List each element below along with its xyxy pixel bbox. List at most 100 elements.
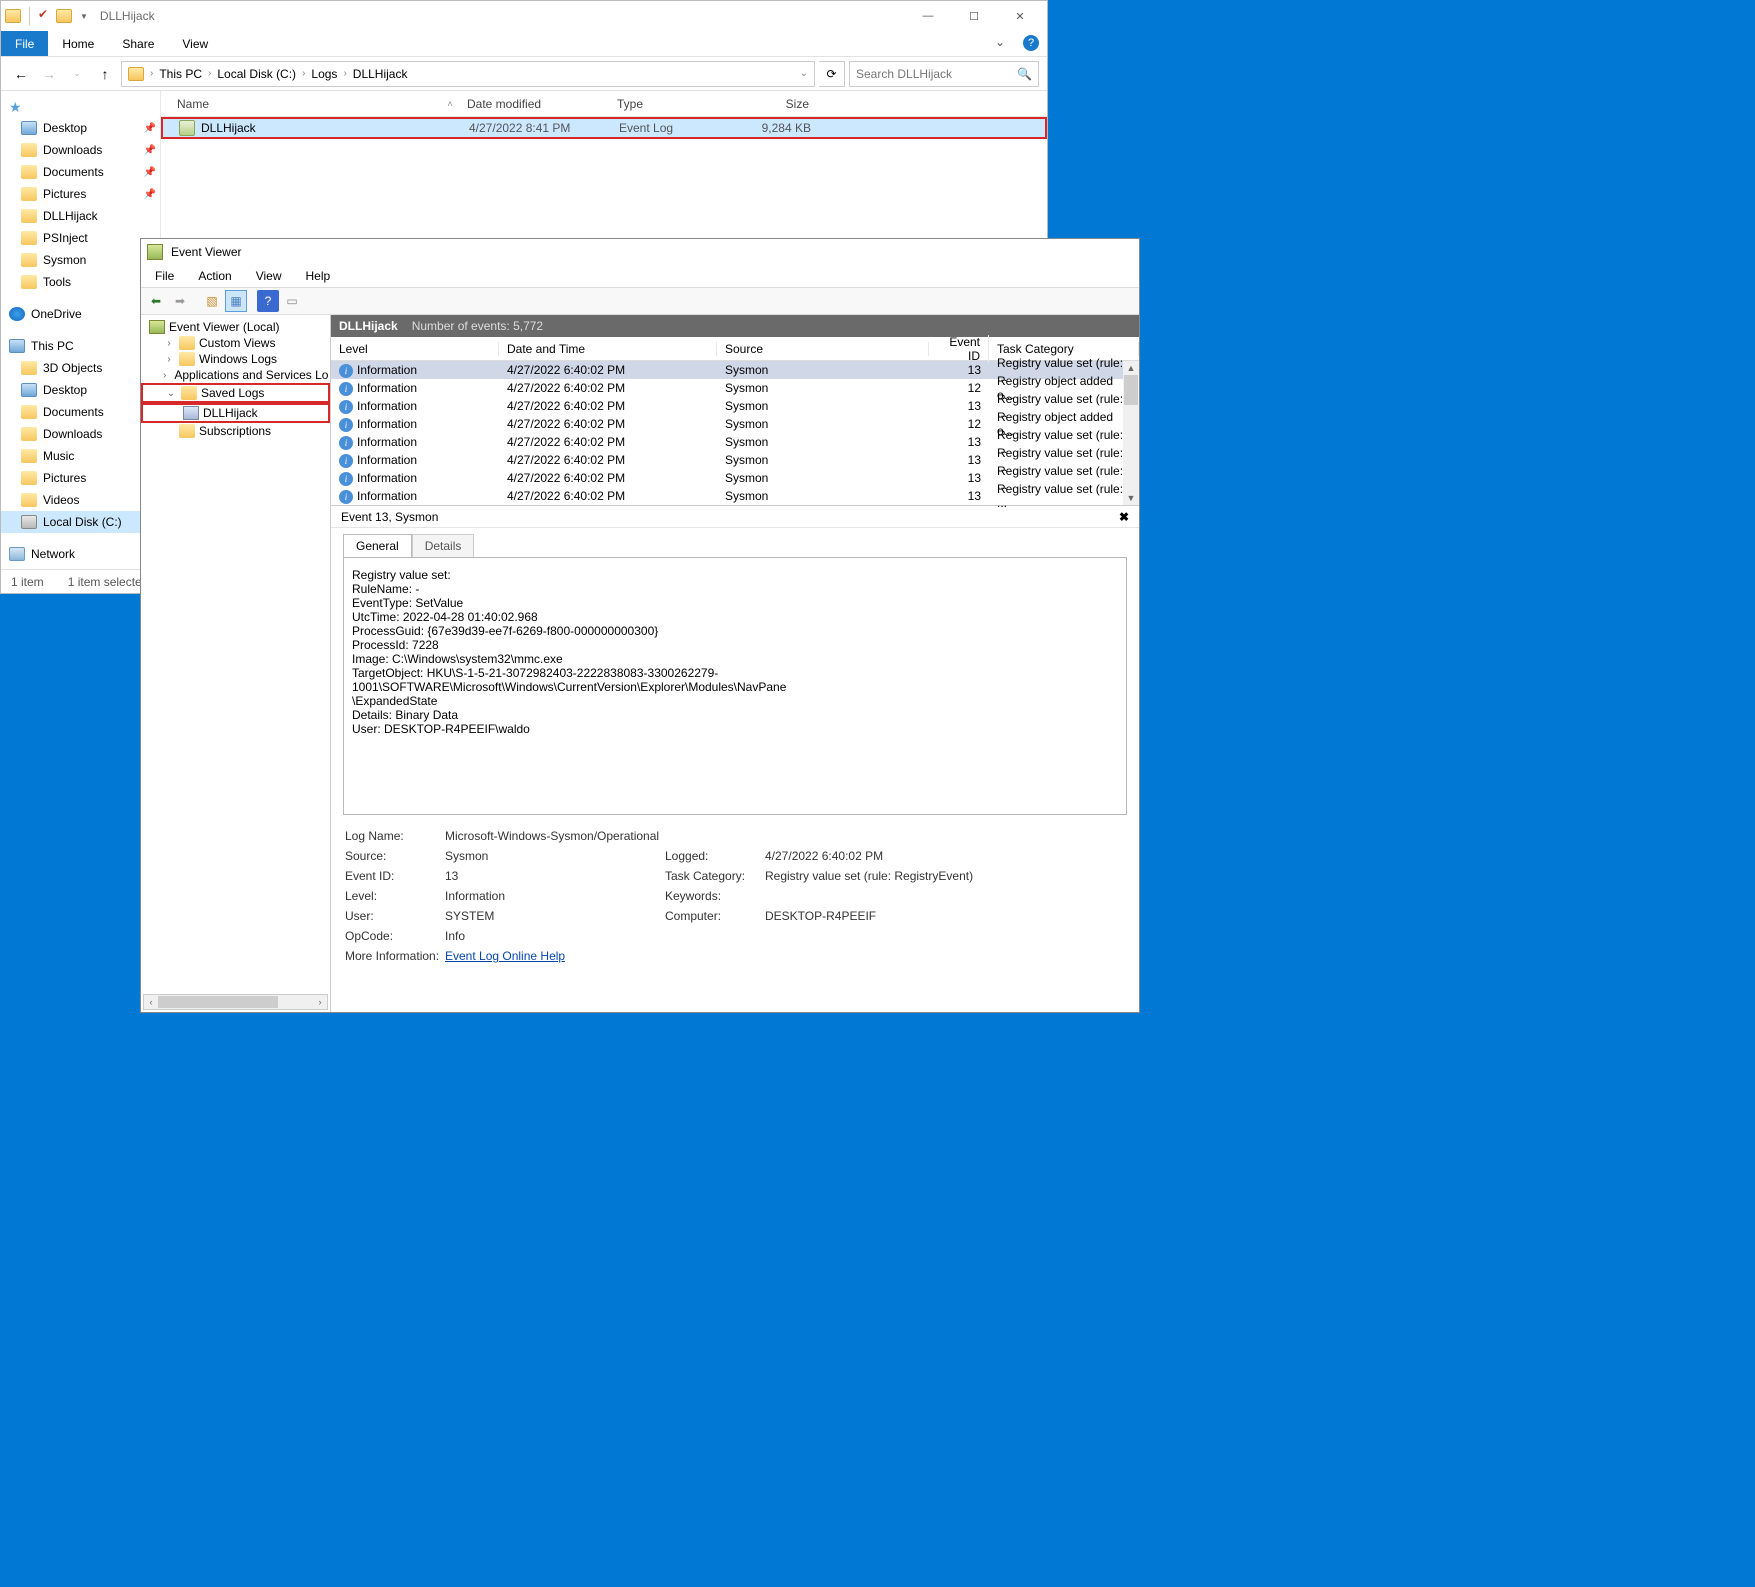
- column-headers: Name ˄ Date modified Type Size: [161, 91, 1047, 117]
- tb-preview-icon[interactable]: ▦: [225, 290, 247, 312]
- col-date[interactable]: Date modified: [459, 97, 609, 111]
- tb-showtree-icon[interactable]: ▧: [201, 290, 223, 312]
- qat-newfolder-icon[interactable]: [56, 9, 72, 23]
- menu-file[interactable]: File: [145, 267, 184, 285]
- up-button[interactable]: ↑: [93, 62, 117, 86]
- nav-documents[interactable]: Documents📌: [1, 161, 160, 183]
- sort-indicator-icon: ˄: [441, 99, 459, 109]
- search-icon: 🔍: [1017, 67, 1032, 81]
- qat-customize-icon[interactable]: ▼: [80, 12, 88, 21]
- tree-saved-logs[interactable]: ⌄Saved Logs: [141, 383, 330, 403]
- window-title: DLLHijack: [100, 9, 155, 23]
- explorer-titlebar[interactable]: ▼ DLLHijack — ☐ ✕: [1, 1, 1047, 31]
- menu-view[interactable]: View: [246, 267, 292, 285]
- evtx-file-icon: [179, 120, 195, 136]
- tree-subscriptions[interactable]: Subscriptions: [141, 423, 330, 439]
- qat-properties-icon[interactable]: [38, 9, 52, 23]
- back-button[interactable]: ←: [9, 62, 33, 86]
- col-eventid[interactable]: Event ID: [929, 335, 989, 363]
- minimize-button[interactable]: —: [905, 2, 951, 30]
- tree-app-services[interactable]: ›Applications and Services Lo: [141, 367, 330, 383]
- nav-onedrive[interactable]: OneDrive: [1, 303, 160, 325]
- detail-pane: Event 13, Sysmon ✖ General Details Regis…: [331, 505, 1139, 1012]
- menu-action[interactable]: Action: [188, 267, 241, 285]
- breadcrumb-item[interactable]: Local Disk (C:): [217, 67, 296, 81]
- maximize-button[interactable]: ☐: [951, 2, 997, 30]
- recent-dropdown-icon[interactable]: ⌄: [65, 62, 89, 86]
- eventvwr-toolbar: ⬅ ➡ ▧ ▦ ? ▭: [141, 287, 1139, 315]
- col-datetime[interactable]: Date and Time: [499, 342, 717, 356]
- ribbon-expand-icon[interactable]: ⌄: [985, 31, 1015, 56]
- menu-help[interactable]: Help: [296, 267, 341, 285]
- status-item-count: 1 item: [11, 575, 44, 589]
- nav-pc-downloads[interactable]: Downloads: [1, 423, 160, 445]
- file-row-dllhijack[interactable]: DLLHijack 4/27/2022 8:41 PM Event Log 9,…: [161, 117, 1047, 139]
- col-level[interactable]: Level: [331, 342, 499, 356]
- nav-quick-access[interactable]: [1, 95, 160, 117]
- nav-local-disk-c[interactable]: Local Disk (C:): [1, 511, 160, 533]
- address-bar[interactable]: › This PC› Local Disk (C:)› Logs› DLLHij…: [121, 61, 815, 87]
- breadcrumb-item[interactable]: DLLHijack: [353, 67, 408, 81]
- col-taskcategory[interactable]: Task Category: [989, 342, 1139, 356]
- nav-dllhijack[interactable]: DLLHijack: [1, 205, 160, 227]
- eventvwr-menubar: File Action View Help: [141, 265, 1139, 287]
- log-name: DLLHijack: [339, 319, 398, 333]
- breadcrumb-item[interactable]: Logs: [311, 67, 337, 81]
- nav-downloads[interactable]: Downloads📌: [1, 139, 160, 161]
- col-name[interactable]: Name: [169, 97, 441, 111]
- grid-vscrollbar[interactable]: ▲▼: [1123, 361, 1139, 505]
- nav-desktop[interactable]: Desktop📌: [1, 117, 160, 139]
- tab-file[interactable]: File: [1, 31, 48, 56]
- forward-button[interactable]: →: [37, 62, 61, 86]
- addr-dropdown-icon[interactable]: ⌄: [800, 68, 808, 79]
- detail-close-icon[interactable]: ✖: [1119, 510, 1129, 524]
- detail-text[interactable]: Registry value set:RuleName: -EventType:…: [343, 557, 1127, 815]
- eventvwr-main: DLLHijack Number of events: 5,772 Level …: [331, 315, 1139, 1012]
- breadcrumb-item[interactable]: This PC: [159, 67, 202, 81]
- col-type[interactable]: Type: [609, 97, 729, 111]
- log-header: DLLHijack Number of events: 5,772: [331, 315, 1139, 337]
- navigation-pane: Desktop📌 Downloads📌 Documents📌 Pictures📌…: [1, 91, 161, 569]
- nav-pc-pictures[interactable]: Pictures: [1, 467, 160, 489]
- nav-pc-documents[interactable]: Documents: [1, 401, 160, 423]
- tab-view[interactable]: View: [168, 31, 222, 56]
- help-icon[interactable]: ?: [1023, 35, 1039, 51]
- nav-network[interactable]: Network: [1, 543, 160, 565]
- nav-thispc[interactable]: This PC: [1, 335, 160, 357]
- eventvwr-titlebar[interactable]: Event Viewer: [141, 239, 1139, 265]
- tb-pane-icon[interactable]: ▭: [281, 290, 303, 312]
- close-button[interactable]: ✕: [997, 2, 1043, 30]
- nav-pc-videos[interactable]: Videos: [1, 489, 160, 511]
- tree-custom-views[interactable]: ›Custom Views: [141, 335, 330, 351]
- app-icon: [5, 9, 21, 23]
- event-count: Number of events: 5,772: [412, 319, 543, 333]
- tree-hscrollbar[interactable]: ‹›: [143, 994, 328, 1010]
- tb-help-icon[interactable]: ?: [257, 290, 279, 312]
- online-help-link[interactable]: Event Log Online Help: [445, 949, 565, 963]
- search-placeholder: Search DLLHijack: [856, 67, 952, 81]
- tree-windows-logs[interactable]: ›Windows Logs: [141, 351, 330, 367]
- tb-forward-icon[interactable]: ➡: [169, 290, 191, 312]
- nav-sysmon[interactable]: Sysmon: [1, 249, 160, 271]
- tree-dllhijack[interactable]: DLLHijack: [141, 403, 330, 423]
- tab-details[interactable]: Details: [412, 534, 475, 557]
- col-source[interactable]: Source: [717, 342, 929, 356]
- tab-share[interactable]: Share: [108, 31, 168, 56]
- tab-general[interactable]: General: [343, 534, 412, 557]
- col-size[interactable]: Size: [729, 97, 817, 111]
- nav-pc-music[interactable]: Music: [1, 445, 160, 467]
- nav-pc-desktop[interactable]: Desktop: [1, 379, 160, 401]
- nav-pictures[interactable]: Pictures📌: [1, 183, 160, 205]
- detail-title: Event 13, Sysmon: [341, 510, 438, 524]
- tab-home[interactable]: Home: [48, 31, 108, 56]
- status-selected: 1 item selected: [68, 575, 149, 589]
- event-row[interactable]: iInformation4/27/2022 6:40:02 PMSysmon13…: [331, 487, 1139, 505]
- nav-tools[interactable]: Tools: [1, 271, 160, 293]
- tb-back-icon[interactable]: ⬅: [145, 290, 167, 312]
- ribbon-tabs: File Home Share View ⌄ ?: [1, 31, 1047, 57]
- refresh-button[interactable]: ⟳: [819, 61, 845, 87]
- tree-root[interactable]: Event Viewer (Local): [141, 319, 330, 335]
- nav-3dobjects[interactable]: 3D Objects: [1, 357, 160, 379]
- nav-psinject[interactable]: PSInject: [1, 227, 160, 249]
- search-box[interactable]: Search DLLHijack 🔍: [849, 61, 1039, 87]
